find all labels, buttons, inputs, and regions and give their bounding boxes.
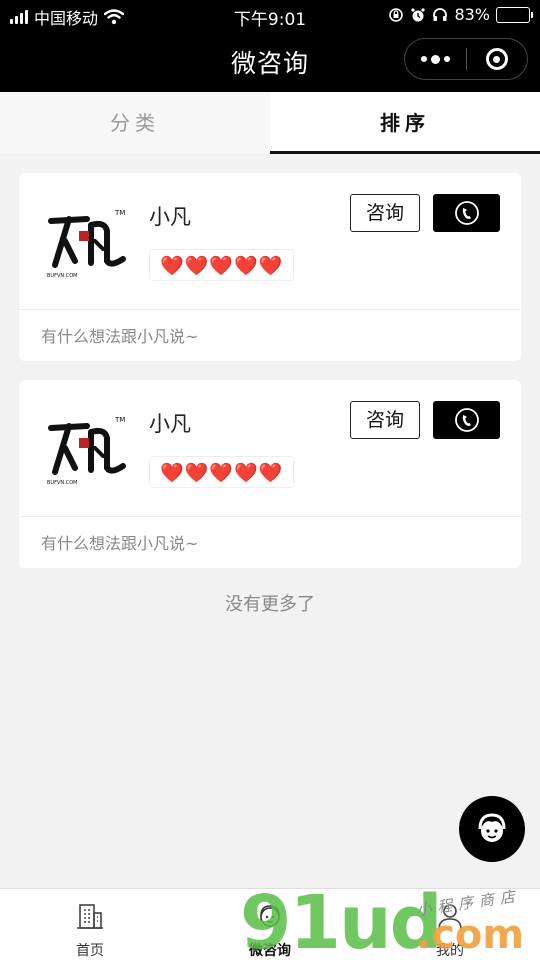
tab-sort[interactable]: 排序 — [270, 92, 540, 154]
tab-home-label: 首页 — [76, 943, 104, 959]
consult-prompt[interactable]: 有什么想法跟小凡说~ — [41, 323, 198, 347]
customer-service-button[interactable] — [459, 796, 525, 862]
tab-mine[interactable]: 我的 — [360, 889, 540, 960]
consult-button[interactable]: 咨询 — [350, 194, 420, 232]
customer-service-icon — [478, 813, 506, 842]
consultant-card[interactable]: TM BUFVN.COM 小凡 ❤️❤️❤️❤️❤️ 咨询 有什么想法跟小凡说~ — [19, 380, 521, 568]
consultant-name: 小凡 — [149, 205, 191, 229]
alarm-icon — [411, 7, 426, 21]
call-button[interactable] — [433, 401, 500, 439]
tab-consult[interactable]: 微咨询 — [180, 889, 360, 960]
navigation-bar: 微咨询 — [0, 30, 540, 92]
consult-button[interactable]: 咨询 — [350, 401, 420, 439]
battery-percent: 83% — [454, 5, 490, 24]
svg-text:BUFVN.COM: BUFVN.COM — [47, 273, 77, 279]
status-bar: 中国移动 下午9:01 83% — [0, 0, 540, 30]
brand-logo: TM BUFVN.COM — [47, 209, 126, 279]
phone-icon — [454, 408, 479, 432]
building-icon — [77, 904, 103, 929]
more-dots-icon — [421, 56, 427, 62]
list-end-text: 没有更多了 — [225, 594, 315, 615]
consultant-name: 小凡 — [149, 412, 191, 436]
card-divider — [19, 309, 521, 310]
consult-prompt[interactable]: 有什么想法跟小凡说~ — [41, 530, 198, 554]
brand-logo: TM BUFVN.COM — [47, 416, 126, 486]
consultant-card[interactable]: TM BUFVN.COM 小凡 ❤️❤️❤️❤️❤️ 咨询 有什么想法跟小凡说~ — [19, 173, 521, 361]
mini-program-capsule — [404, 38, 528, 80]
rotation-lock-icon — [389, 7, 404, 22]
svg-text:TM: TM — [114, 416, 125, 424]
tab-mine-label: 我的 — [436, 943, 464, 959]
phone-icon — [454, 201, 479, 225]
target-close-icon — [485, 48, 508, 70]
svg-text:BUFVN.COM: BUFVN.COM — [47, 480, 77, 486]
rating-hearts: ❤️❤️❤️❤️❤️ — [149, 456, 295, 488]
call-button[interactable] — [433, 194, 500, 232]
tab-home[interactable]: 首页 — [0, 889, 180, 960]
more-options-button[interactable] — [405, 38, 466, 80]
card-divider — [19, 516, 521, 517]
svg-text:TM: TM — [114, 209, 125, 217]
tab-bar-top: 分类 排序 — [0, 92, 540, 154]
rating-hearts: ❤️❤️❤️❤️❤️ — [149, 249, 295, 281]
bottom-tab-bar: 首页 微咨询 我的 — [0, 888, 540, 960]
consultant-icon — [260, 905, 280, 927]
battery-icon — [496, 6, 533, 23]
tab-consult-label: 微咨询 — [249, 943, 291, 959]
headphones-icon — [433, 7, 448, 21]
user-icon — [438, 904, 462, 930]
status-right: 83% — [388, 5, 533, 24]
tab-category[interactable]: 分类 — [0, 92, 270, 154]
close-mini-program-button[interactable] — [467, 38, 527, 80]
